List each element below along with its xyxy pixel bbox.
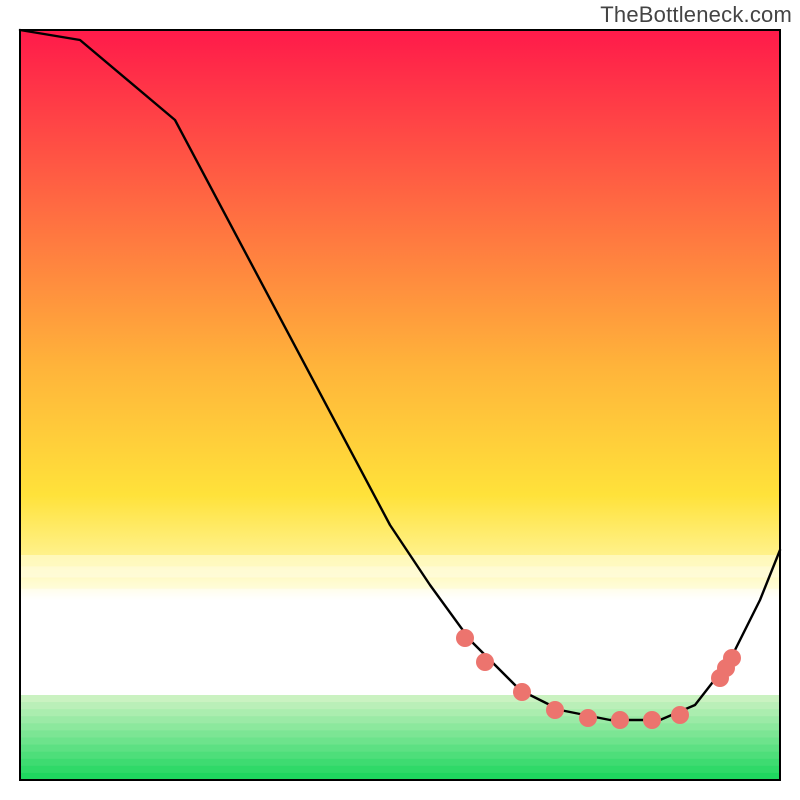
chart-container: TheBottleneck.com [0,0,800,800]
curve-marker [579,709,597,727]
curve-marker [456,629,474,647]
watermark-text: TheBottleneck.com [600,2,792,28]
curve-marker [671,706,689,724]
plot-area [20,30,780,781]
curve-marker [476,653,494,671]
curve-marker [611,711,629,729]
curve-marker [546,701,564,719]
curve-marker [643,711,661,729]
curve-marker [513,683,531,701]
bottleneck-chart [0,0,800,800]
curve-marker [723,649,741,667]
